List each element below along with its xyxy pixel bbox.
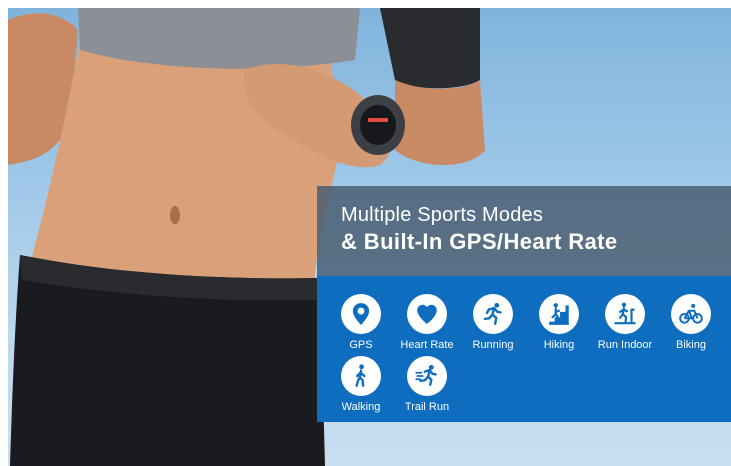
walking-icon (355, 364, 366, 387)
mode-label: Walking (341, 401, 381, 413)
mode-label: Running (472, 339, 514, 351)
left-border (0, 0, 8, 466)
mode-walking: Walking (323, 356, 399, 414)
mode-trail-run: Trail Run (389, 356, 465, 414)
headline-panel: Multiple Sports Modes & Built-In GPS/Hea… (317, 186, 731, 276)
mode-label: Run Indoor (597, 339, 653, 351)
top-border (0, 0, 731, 8)
mode-running: Running (455, 294, 531, 352)
location-pin-icon (352, 303, 370, 325)
running-icon (483, 302, 502, 325)
mode-label: Heart Rate (400, 339, 454, 351)
sports-modes-panel: GPS Heart Rate Running Hiking Run Indoor… (317, 276, 731, 422)
mode-biking: Biking (653, 294, 729, 352)
product-banner: Multiple Sports Modes & Built-In GPS/Hea… (0, 0, 731, 466)
mode-gps: GPS (323, 294, 399, 352)
headline-line-2: & Built-In GPS/Heart Rate (341, 229, 618, 254)
heart-icon (417, 304, 437, 324)
mode-label: Biking (676, 339, 706, 351)
headline-line-1: Multiple Sports Modes (341, 204, 544, 226)
hiking-icon (549, 303, 569, 325)
trail-run-icon (415, 364, 437, 386)
bicycle-icon (679, 303, 703, 324)
mode-label: GPS (349, 339, 373, 351)
mode-label: Hiking (543, 339, 575, 351)
mode-heart-rate: Heart Rate (389, 294, 465, 352)
mode-run-indoor: Run Indoor (587, 294, 663, 352)
treadmill-icon (614, 302, 636, 325)
mode-label: Trail Run (404, 401, 450, 413)
mode-hiking: Hiking (521, 294, 597, 352)
